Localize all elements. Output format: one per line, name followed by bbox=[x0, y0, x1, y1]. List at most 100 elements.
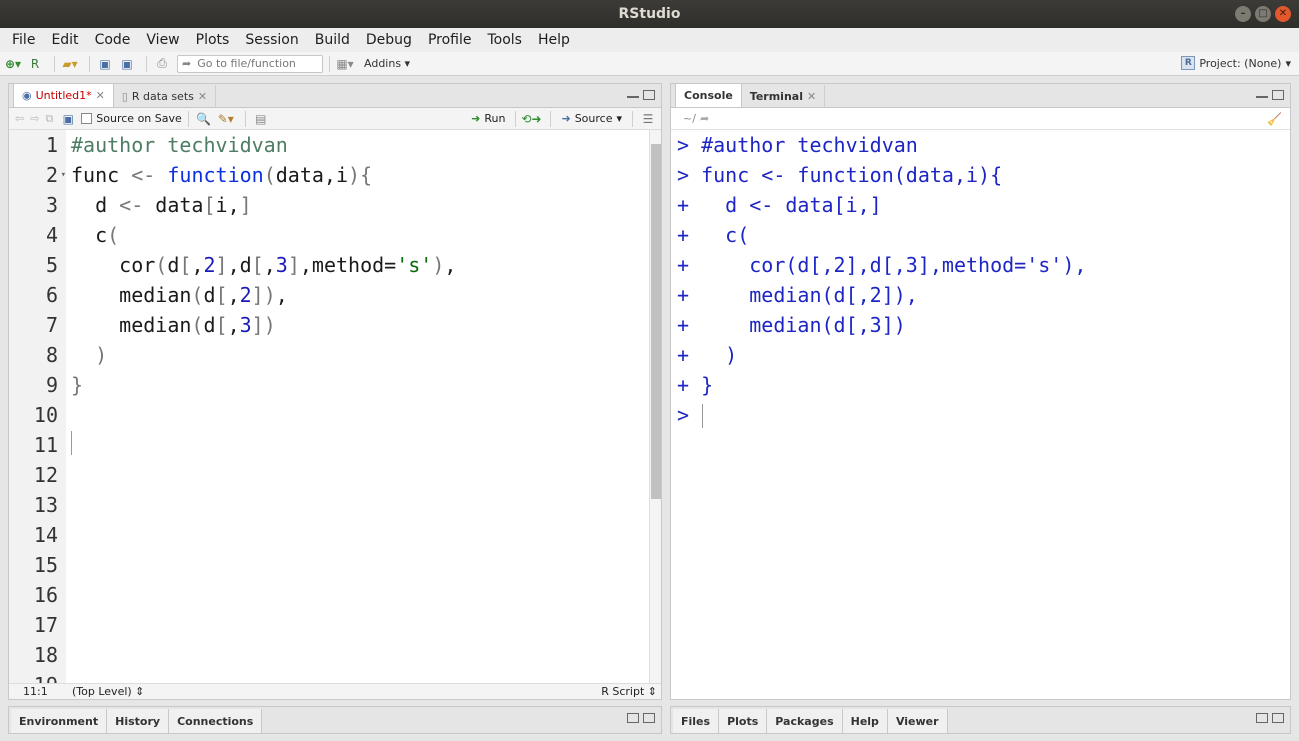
open-file-icon[interactable]: ▰▾ bbox=[61, 56, 79, 72]
save-all-icon[interactable]: ▣ bbox=[118, 56, 136, 72]
code-line: ) bbox=[95, 343, 108, 367]
new-file-icon[interactable]: ⊕▾ bbox=[4, 56, 22, 72]
close-tab-icon[interactable]: ✕ bbox=[807, 90, 816, 103]
tab-terminal[interactable]: Terminal ✕ bbox=[742, 85, 826, 107]
maximize-icon[interactable]: □ bbox=[1255, 6, 1271, 22]
tab-viewer[interactable]: Viewer bbox=[887, 709, 948, 733]
close-icon[interactable]: ✕ bbox=[1275, 6, 1291, 22]
project-label: Project: (None) bbox=[1199, 56, 1282, 70]
source-button[interactable]: ➜ Source ▾ bbox=[557, 112, 626, 125]
console-line: > bbox=[677, 403, 702, 427]
goto-dir-icon[interactable]: ➦ bbox=[700, 112, 709, 125]
restore-pane-icon[interactable] bbox=[627, 713, 639, 723]
toolbar-divider bbox=[89, 55, 90, 72]
minimize-pane-icon[interactable] bbox=[1256, 90, 1268, 98]
minimize-icon[interactable]: – bbox=[1235, 6, 1251, 22]
line-number: 3 bbox=[45, 193, 58, 217]
tab-plots[interactable]: Plots bbox=[719, 709, 768, 733]
menu-file[interactable]: File bbox=[4, 32, 43, 48]
console-line: + ) bbox=[677, 343, 738, 367]
scope-selector[interactable]: (Top Level) ⇕ bbox=[72, 685, 144, 698]
scrollbar-thumb[interactable] bbox=[651, 144, 661, 499]
tab-console[interactable]: Console bbox=[675, 83, 742, 107]
minimize-pane-icon[interactable] bbox=[627, 90, 639, 98]
clear-console-icon[interactable]: 🧹 bbox=[1267, 112, 1282, 126]
maximize-pane-icon[interactable] bbox=[643, 90, 655, 100]
line-number: 12 bbox=[33, 463, 58, 487]
console-output[interactable]: > #author techvidvan > func <- function(d… bbox=[677, 130, 1286, 699]
toolbar-divider bbox=[329, 55, 330, 72]
forward-icon[interactable]: ⇨ bbox=[30, 112, 39, 125]
tab-files[interactable]: Files bbox=[673, 709, 720, 733]
tab-r-data-sets[interactable]: ▯ R data sets ✕ bbox=[114, 85, 217, 107]
code-line: c( bbox=[71, 223, 120, 247]
source-on-save-checkbox[interactable] bbox=[81, 113, 93, 124]
editor-scrollbar[interactable] bbox=[649, 130, 661, 683]
save-icon[interactable]: ▣ bbox=[59, 111, 77, 127]
console-line: > func <- function(data,i){ bbox=[677, 163, 1003, 187]
code-editor[interactable]: 1 2▾ 3 4 5 6 7 8 9 10 11 12 13 14 15 16 17 18 19 #author t… bbox=[9, 130, 649, 683]
r-file-icon: ◉ bbox=[22, 89, 32, 102]
tab-untitled1[interactable]: ◉ Untitled1* ✕ bbox=[13, 83, 114, 107]
new-project-icon[interactable]: R bbox=[26, 56, 44, 72]
tab-packages[interactable]: Packages bbox=[767, 709, 843, 733]
code-area[interactable]: #author techvidvan func <- function(data,… bbox=[71, 130, 649, 683]
menu-edit[interactable]: Edit bbox=[43, 32, 86, 48]
close-tab-icon[interactable]: ✕ bbox=[96, 89, 105, 102]
search-icon[interactable]: 🔍 bbox=[195, 111, 213, 127]
maximize-pane-icon[interactable] bbox=[1272, 713, 1284, 723]
back-icon[interactable]: ⇦ bbox=[15, 112, 24, 125]
menu-bar: File Edit Code View Plots Session Build … bbox=[0, 28, 1299, 52]
menu-help[interactable]: Help bbox=[530, 32, 578, 48]
close-tab-icon[interactable]: ✕ bbox=[198, 90, 207, 103]
compile-report-icon[interactable]: ▤ bbox=[252, 111, 270, 127]
console-pane: Console Terminal ✕ ~/ ➦ 🧹 > #author tech… bbox=[670, 83, 1291, 700]
menu-session[interactable]: Session bbox=[237, 32, 306, 48]
project-menu[interactable]: R Project: (None) ▾ bbox=[1181, 56, 1291, 70]
working-dir-path: ~/ bbox=[683, 112, 696, 125]
rerun-icon[interactable]: ⟲➜ bbox=[521, 111, 541, 127]
toolbar-divider bbox=[515, 110, 517, 127]
menu-build[interactable]: Build bbox=[307, 32, 358, 48]
outline-icon[interactable]: ☰ bbox=[639, 111, 657, 127]
line-number: 7 bbox=[45, 313, 58, 337]
tab-history[interactable]: History bbox=[107, 709, 170, 733]
line-number: 4 bbox=[45, 223, 58, 247]
save-icon[interactable]: ▣ bbox=[96, 56, 114, 72]
environment-pane: Environment History Connections bbox=[8, 706, 662, 734]
cursor-position: 11:1 bbox=[23, 685, 48, 698]
line-number: 2 ▾ bbox=[9, 160, 66, 190]
fold-toggle-icon[interactable]: ▾ bbox=[61, 160, 66, 190]
menu-code[interactable]: Code bbox=[87, 32, 139, 48]
code-line: d <- data[i,] bbox=[71, 193, 252, 217]
maximize-pane-icon[interactable] bbox=[643, 713, 655, 723]
code-tools-wand-icon[interactable]: ✎▾ bbox=[217, 111, 235, 127]
tab-connections[interactable]: Connections bbox=[169, 709, 263, 733]
pane-controls bbox=[1256, 713, 1284, 723]
print-icon[interactable]: ⎙ bbox=[153, 56, 171, 72]
line-number: 17 bbox=[33, 613, 58, 637]
menu-debug[interactable]: Debug bbox=[358, 32, 420, 48]
menu-view[interactable]: View bbox=[138, 32, 187, 48]
menu-profile[interactable]: Profile bbox=[420, 32, 480, 48]
tab-help[interactable]: Help bbox=[842, 709, 888, 733]
menu-plots[interactable]: Plots bbox=[188, 32, 238, 48]
run-button[interactable]: ➜ Run bbox=[467, 112, 509, 125]
grid-layout-icon[interactable]: ▦▾ bbox=[336, 56, 354, 72]
restore-pane-icon[interactable] bbox=[1256, 713, 1268, 723]
maximize-pane-icon[interactable] bbox=[1272, 90, 1284, 100]
source-on-save-label: Source on Save bbox=[96, 112, 182, 125]
file-type-selector[interactable]: R Script ⇕ bbox=[601, 685, 657, 698]
addins-menu[interactable]: Addins ▾ bbox=[364, 57, 410, 70]
editor-status-bar: 11:1 (Top Level) ⇕ R Script ⇕ bbox=[9, 683, 661, 699]
console-line: + median(d[,2]), bbox=[677, 283, 918, 307]
tab-environment[interactable]: Environment bbox=[11, 709, 108, 733]
show-in-window-icon[interactable]: ⧉ bbox=[45, 112, 53, 126]
tab-untitled1-label: Untitled1* bbox=[35, 89, 92, 102]
goto-file-function-input[interactable]: ➦ Go to file/function bbox=[177, 54, 323, 73]
menu-tools[interactable]: Tools bbox=[479, 32, 530, 48]
